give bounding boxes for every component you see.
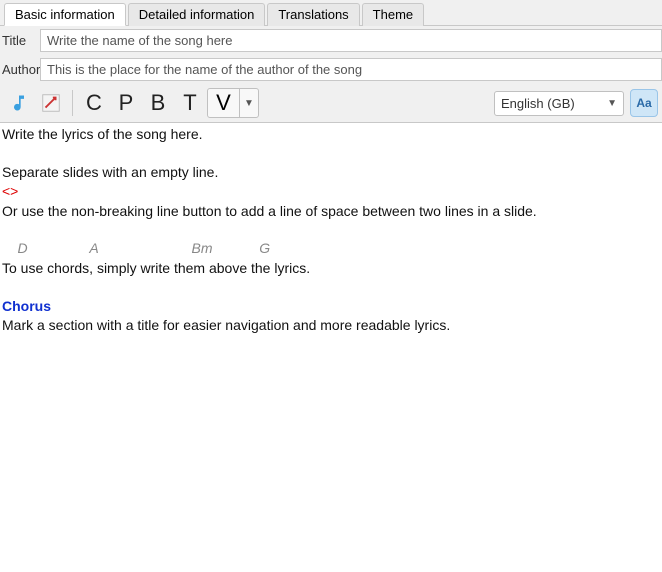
section-p-button[interactable]: P [111,88,141,118]
section-v-dropdown[interactable]: ▼ [240,89,258,117]
transpose-icon[interactable] [36,88,66,118]
author-input[interactable] [40,58,662,81]
tab-theme[interactable]: Theme [362,3,424,26]
toolbar-separator [72,90,73,116]
editor-line: Write the lyrics of the song here. [2,125,660,145]
nonbreaking-marker: <> [2,182,660,202]
editor-toolbar: C P B T V ▼ English (GB) ▼ Aa [0,84,662,123]
blank-line [2,221,660,239]
lyrics-editor[interactable]: Write the lyrics of the song here. Separ… [0,123,662,338]
title-label: Title [0,33,40,48]
blank-line [2,279,660,297]
font-button[interactable]: Aa [630,89,658,117]
chords-line: D A Bm G [2,239,660,259]
language-select[interactable]: English (GB) ▼ [494,91,624,116]
tab-basic-information[interactable]: Basic information [4,3,126,26]
editor-line: Or use the non-breaking line button to a… [2,202,660,222]
section-b-button[interactable]: B [143,88,173,118]
editor-line: Mark a section with a title for easier n… [2,316,660,336]
author-row: Author [0,55,662,84]
title-row: Title [0,26,662,55]
section-c-button[interactable]: C [79,88,109,118]
tab-detailed-information[interactable]: Detailed information [128,3,266,26]
tab-translations[interactable]: Translations [267,3,359,26]
section-v-group: V ▼ [207,88,259,118]
section-t-button[interactable]: T [175,88,205,118]
author-label: Author [0,62,40,77]
music-note-icon[interactable] [4,88,34,118]
blank-line [2,145,660,163]
tabs-row: Basic information Detailed information T… [0,0,662,26]
title-input[interactable] [40,29,662,52]
editor-line: Separate slides with an empty line. [2,163,660,183]
section-v-button[interactable]: V [208,89,240,117]
section-title: Chorus [2,297,660,317]
editor-line: To use chords, simply write them above t… [2,259,660,279]
language-select-label: English (GB) [501,96,575,111]
chevron-down-icon: ▼ [607,98,617,109]
